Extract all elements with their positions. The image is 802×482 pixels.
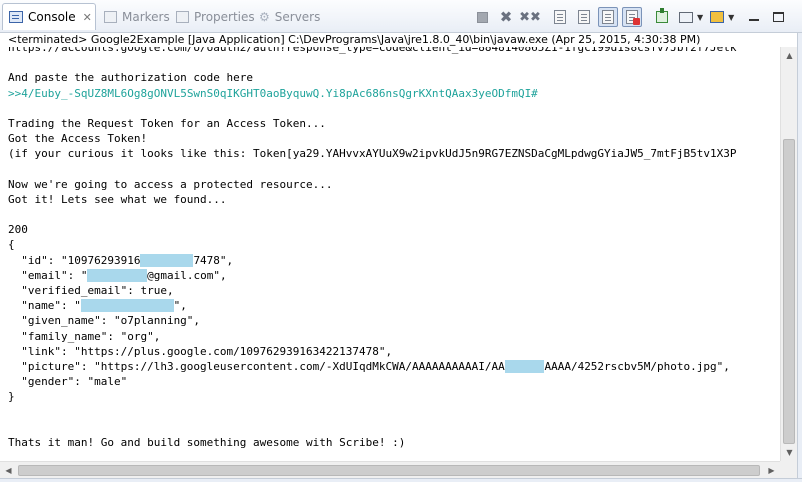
- tab-console[interactable]: Console ✕: [2, 3, 96, 30]
- json-picture-suffix: AAAA/4252rscbv5M/photo.jpg",: [544, 359, 730, 373]
- horizontal-scroll-thumb[interactable]: [18, 465, 760, 476]
- scroll-down-icon[interactable]: ▼: [781, 444, 798, 461]
- remove-all-terminated-icon: ✖✖: [519, 9, 541, 25]
- console-line: (if your curious it looks like this: Tok…: [8, 147, 737, 161]
- tab-markers[interactable]: Markers: [104, 3, 170, 30]
- console-output[interactable]: https://accounts.google.com/o/oauth2/aut…: [0, 47, 780, 461]
- console-line: }: [8, 390, 15, 404]
- view-frame-bottom: [0, 478, 802, 482]
- terminate-button[interactable]: [472, 7, 492, 27]
- console-line: Got the Access Token!: [8, 132, 148, 146]
- scroll-up-icon[interactable]: ▲: [781, 47, 798, 64]
- maximize-button[interactable]: [768, 7, 788, 27]
- minimize-button[interactable]: [744, 7, 764, 27]
- json-email-line: "email": " @gmail.com",: [8, 268, 780, 283]
- json-name-prefix: "name": ": [8, 299, 81, 313]
- tab-markers-label: Markers: [122, 9, 170, 24]
- servers-icon: ⚙: [259, 9, 270, 24]
- remove-launch-button[interactable]: ✖: [496, 7, 516, 27]
- json-email-suffix: @gmail.com",: [147, 268, 227, 282]
- vertical-scroll-thumb[interactable]: [783, 139, 795, 444]
- scroll-left-icon[interactable]: ◀: [0, 462, 17, 479]
- display-selected-console-icon: [679, 11, 693, 23]
- display-selected-console-button[interactable]: [676, 7, 696, 27]
- json-name-line: "name": " ",: [8, 298, 780, 313]
- json-picture-line: "picture": "https://lh3.googleuserconten…: [8, 359, 780, 374]
- authorization-code: 4/Euby_-SqUZ8ML6Og8gONVL5SwnS0qIKGHT0aoB…: [21, 86, 538, 100]
- console-line: "gender": "male": [8, 375, 128, 389]
- horizontal-scrollbar[interactable]: ◀ ▶: [0, 461, 780, 478]
- console-line: "family_name": "org",: [8, 329, 161, 343]
- pin-console-button[interactable]: [652, 7, 672, 27]
- show-on-output-button[interactable]: [598, 7, 618, 27]
- redacted-block: [87, 268, 148, 282]
- chevron-down-icon[interactable]: ▼: [697, 13, 703, 22]
- console-line: Got it! Lets see what we found...: [8, 192, 227, 206]
- input-prompt: >>: [8, 86, 22, 100]
- remove-launch-icon: ✖: [499, 8, 513, 26]
- launch-status: <terminated> Google2Example [Java Applic…: [0, 33, 802, 47]
- view-frame-right: [797, 33, 802, 482]
- console-line: Thats it man! Go and build something awe…: [8, 435, 406, 449]
- show-on-output-icon: [602, 10, 614, 24]
- console-icon: [9, 11, 23, 23]
- chevron-down-icon[interactable]: ▼: [728, 13, 734, 22]
- json-id-suffix: 7478",: [193, 253, 234, 267]
- maximize-icon: [772, 12, 784, 22]
- json-picture-prefix: "picture": "https://lh3.googleuserconten…: [8, 359, 505, 373]
- show-on-error-button[interactable]: [622, 7, 642, 27]
- properties-icon: [176, 10, 189, 23]
- minimize-icon: [749, 19, 760, 21]
- redacted-block: [80, 299, 174, 313]
- console-line: https://accounts.google.com/o/oauth2/aut…: [8, 47, 737, 54]
- clear-console-icon: [554, 10, 566, 24]
- scroll-lock-button[interactable]: [574, 7, 594, 27]
- markers-icon: [104, 10, 117, 23]
- scroll-right-icon[interactable]: ▶: [763, 462, 780, 479]
- tab-properties[interactable]: Properties: [176, 3, 255, 30]
- tab-servers[interactable]: ⚙ Servers: [259, 3, 320, 30]
- scrollbar-corner: [780, 461, 797, 478]
- redacted-block: [504, 359, 545, 373]
- console-toolbar: ✖ ✖✖ ▼ ▼: [472, 6, 788, 28]
- console-line: "verified_email": true,: [8, 284, 174, 297]
- tab-console-label: Console: [28, 10, 76, 24]
- json-name-suffix: ",: [173, 299, 187, 313]
- vertical-scrollbar[interactable]: ▲ ▼: [780, 47, 797, 461]
- remove-all-terminated-button[interactable]: ✖✖: [519, 7, 541, 27]
- close-icon[interactable]: ✕: [83, 11, 92, 24]
- terminate-icon: [476, 11, 488, 23]
- console-line: "link": "https://plus.google.com/1097629…: [8, 344, 393, 358]
- console-line: 200: [8, 223, 28, 237]
- json-email-prefix: "email": ": [8, 268, 88, 282]
- show-on-error-icon: [626, 10, 640, 25]
- open-console-button[interactable]: [707, 7, 727, 27]
- pin-console-icon: [656, 8, 668, 23]
- console-line: And paste the authorization code here: [8, 71, 254, 85]
- tab-servers-label: Servers: [274, 9, 321, 24]
- redacted-block: [140, 253, 194, 267]
- console-line: Now we're going to access a protected re…: [8, 177, 333, 191]
- console-line: Trading the Request Token for an Access …: [8, 116, 326, 130]
- tab-properties-label: Properties: [194, 9, 255, 24]
- view-tab-bar: Console ✕ Markers Properties ⚙ Servers ✖…: [0, 0, 802, 33]
- open-console-icon: [710, 11, 725, 23]
- json-id-line: "id": "10976293916 7478",: [8, 253, 780, 268]
- console-input-line: >>4/Euby_-SqUZ8ML6Og8gONVL5SwnS0qIKGHT0a…: [8, 86, 780, 101]
- clear-console-button[interactable]: [550, 7, 570, 27]
- json-id-prefix: "id": "10976293916: [8, 253, 141, 267]
- console-line: {: [8, 238, 15, 252]
- console-line: "given_name": "o7planning",: [8, 314, 201, 328]
- scroll-lock-icon: [578, 10, 590, 24]
